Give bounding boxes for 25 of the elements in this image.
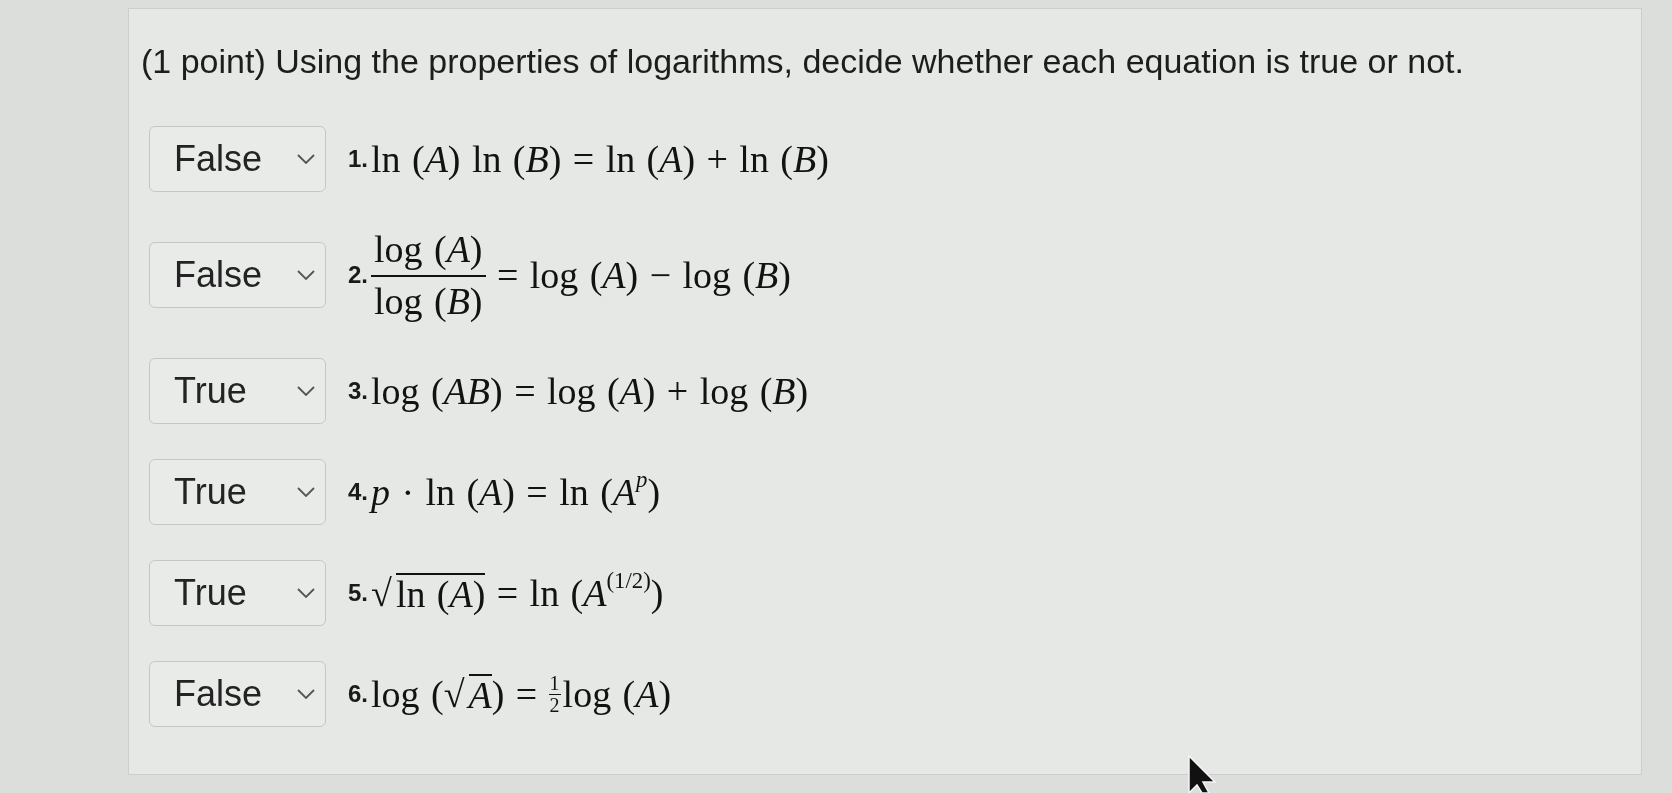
equation: √ln (A) = ln (A$^{(1/2)}$)	[371, 571, 664, 615]
equation: ln (A) ln (B) = ln (A) + ln (B)	[371, 137, 829, 181]
chevron-down-icon	[297, 386, 315, 396]
question-number: 6.	[348, 680, 368, 708]
chevron-down-icon	[297, 487, 315, 497]
chevron-down-icon	[297, 588, 315, 598]
mouse-pointer-icon	[1187, 755, 1217, 793]
question-number: 3.	[348, 377, 368, 405]
question-prompt: (1 point) Using the properties of logarithms, decide whether each equation is true or not.	[141, 42, 1465, 80]
answer-dropdown[interactable]: False	[149, 126, 326, 192]
chevron-down-icon	[297, 270, 315, 280]
chevron-down-icon	[297, 154, 315, 164]
equation: p · ln (A) = ln (A$^{p}$)	[371, 470, 661, 514]
equation: log (A) log (B) = log (A) − log (B)	[371, 227, 791, 323]
answer-dropdown[interactable]: True	[149, 560, 326, 626]
chevron-down-icon	[297, 689, 315, 699]
equation: log (AB) = log (A) + log (B)	[371, 369, 809, 413]
answer-dropdown[interactable]: True	[149, 459, 326, 525]
question-number: 4.	[348, 478, 368, 506]
answer-dropdown[interactable]: False	[149, 661, 326, 727]
answer-dropdown[interactable]: True	[149, 358, 326, 424]
question-number: 5.	[348, 579, 368, 607]
question-number: 2.	[348, 261, 368, 289]
question-number: 1.	[348, 145, 368, 173]
answer-dropdown[interactable]: False	[149, 242, 326, 308]
